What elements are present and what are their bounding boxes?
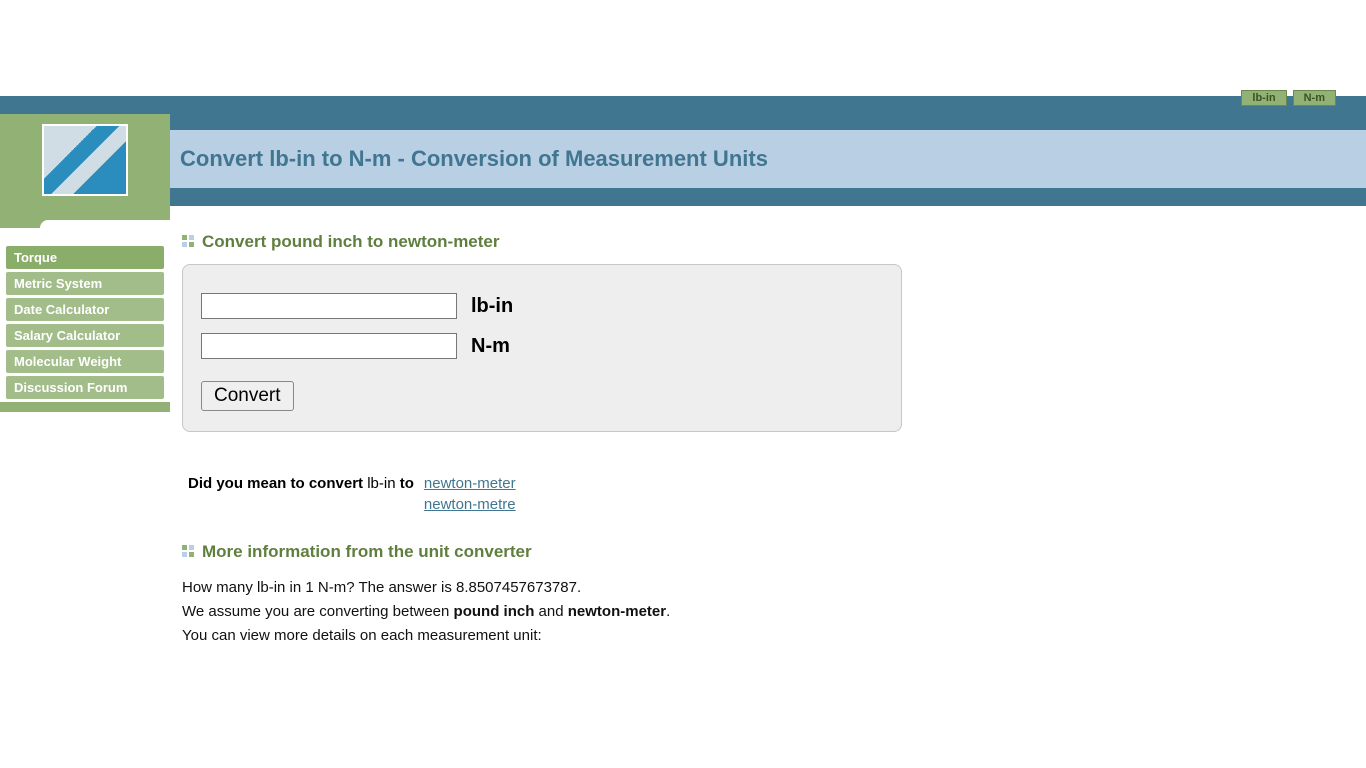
- sidebar-item-torque[interactable]: Torque: [6, 246, 164, 269]
- sidebar-item-date-calculator[interactable]: Date Calculator: [6, 298, 164, 321]
- top-tab-n-m[interactable]: N-m: [1293, 90, 1336, 106]
- info-line-1: How many lb-in in 1 N-m? The answer is 8…: [182, 576, 942, 600]
- logo-cell: [0, 114, 170, 206]
- sidebar-item-molecular-weight[interactable]: Molecular Weight: [6, 350, 164, 373]
- page-title: Convert lb-in to N-m - Conversion of Mea…: [180, 146, 768, 172]
- info-body: How many lb-in in 1 N-m? The answer is 8…: [182, 576, 942, 648]
- sidebar-item-discussion-forum[interactable]: Discussion Forum: [6, 376, 164, 399]
- squares-icon: [182, 235, 196, 249]
- unit-label-n-m: N-m: [471, 335, 510, 358]
- sidebar-item-salary-calculator[interactable]: Salary Calculator: [6, 324, 164, 347]
- input-n-m[interactable]: [201, 333, 457, 359]
- info-line-2: We assume you are converting between pou…: [182, 600, 942, 624]
- sidebar-nav: Torque Metric System Date Calculator Sal…: [0, 228, 170, 399]
- info-line-3: You can view more details on each measur…: [182, 624, 942, 648]
- ruler-logo-icon: [42, 124, 128, 196]
- top-bar: lb-in N-m: [0, 96, 1366, 114]
- input-lb-in[interactable]: [201, 293, 457, 319]
- suggest-link-newton-meter[interactable]: newton-meter: [424, 475, 516, 492]
- suggest-link-newton-metre[interactable]: newton-metre: [424, 496, 516, 513]
- suggest-from: lb-in: [367, 475, 395, 492]
- suggestion-block: Did you mean to convert lb-in to newton-…: [182, 472, 942, 516]
- convert-box: lb-in N-m Convert: [182, 264, 902, 432]
- unit-label-lb-in: lb-in: [471, 295, 513, 318]
- top-tab-lb-in[interactable]: lb-in: [1241, 90, 1286, 106]
- suggest-prefix: Did you mean to convert: [188, 475, 363, 492]
- convert-button[interactable]: Convert: [201, 381, 294, 411]
- sidebar-item-metric-system[interactable]: Metric System: [6, 272, 164, 295]
- section-title-info: More information from the unit converter: [202, 542, 532, 562]
- section-title-convert: Convert pound inch to newton-meter: [202, 232, 500, 252]
- suggest-to: to: [400, 475, 414, 492]
- squares-icon: [182, 545, 196, 559]
